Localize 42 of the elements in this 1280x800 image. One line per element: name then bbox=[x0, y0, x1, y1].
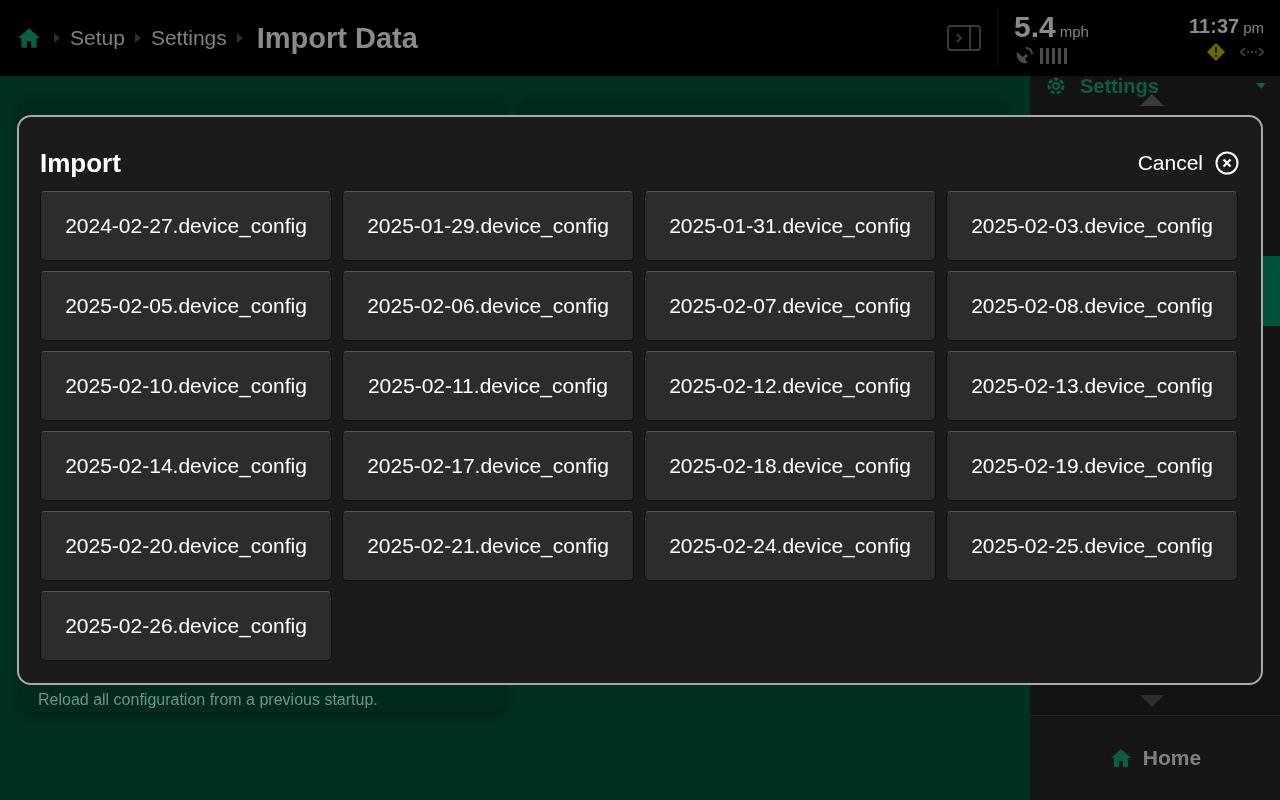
file-button[interactable]: 2025-02-07.device_config bbox=[644, 271, 936, 341]
file-button[interactable]: 2025-02-21.device_config bbox=[342, 511, 634, 581]
page-title: Import Data bbox=[256, 21, 418, 55]
clock-period: pm bbox=[1243, 18, 1264, 36]
close-icon bbox=[1215, 151, 1239, 175]
breadcrumb-link[interactable]: Settings bbox=[150, 26, 227, 50]
scroll-down-icon[interactable] bbox=[1140, 695, 1164, 707]
file-button[interactable]: 2025-02-17.device_config bbox=[342, 431, 634, 501]
chevron-icon bbox=[236, 33, 243, 43]
card-description: Reload all configuration from a previous startup. bbox=[38, 691, 378, 709]
file-button[interactable]: 2025-02-12.device_config bbox=[644, 351, 936, 421]
chevron-icon bbox=[134, 33, 141, 43]
file-button[interactable]: 2025-02-24.device_config bbox=[644, 511, 936, 581]
file-button[interactable]: 2025-02-20.device_config bbox=[40, 511, 332, 581]
file-button[interactable]: 2025-02-10.device_config bbox=[40, 351, 332, 421]
file-button[interactable]: 2025-02-03.device_config bbox=[946, 191, 1238, 261]
file-button[interactable]: 2025-02-18.device_config bbox=[644, 431, 936, 501]
chevron-icon bbox=[54, 33, 60, 43]
file-button[interactable]: 2025-02-06.device_config bbox=[342, 271, 634, 341]
sidebar-toggle-icon[interactable] bbox=[947, 25, 981, 51]
warning-icon bbox=[1206, 41, 1226, 62]
caret-icon[interactable] bbox=[1256, 83, 1266, 89]
file-button[interactable]: 2025-02-19.device_config bbox=[946, 431, 1238, 501]
file-button[interactable]: 2025-01-31.device_config bbox=[644, 191, 936, 261]
file-button[interactable]: 2025-02-25.device_config bbox=[946, 511, 1238, 581]
signal-bars-icon bbox=[1040, 48, 1068, 64]
file-button[interactable]: 2024-02-27.device_config bbox=[40, 191, 332, 261]
dialog-title: Import bbox=[40, 147, 121, 179]
file-button[interactable]: 2025-02-11.device_config bbox=[342, 351, 634, 421]
breadcrumb-link[interactable]: Setup bbox=[70, 26, 125, 50]
file-button[interactable]: 2025-02-08.device_config bbox=[946, 271, 1238, 341]
file-button[interactable]: 2025-02-14.device_config bbox=[40, 431, 332, 501]
speed-value: 5.4 bbox=[1014, 10, 1056, 44]
speed-unit: mph bbox=[1059, 23, 1089, 40]
clock-time: 11:37 bbox=[1189, 14, 1240, 38]
file-button[interactable]: 2025-02-26.device_config bbox=[40, 591, 332, 661]
file-button[interactable]: 2025-02-05.device_config bbox=[40, 271, 332, 341]
link-arrows-icon bbox=[1240, 45, 1264, 58]
cancel-button[interactable]: Cancel bbox=[1137, 151, 1239, 175]
file-button[interactable]: 2025-01-29.device_config bbox=[342, 191, 634, 261]
satellite-icon bbox=[1014, 46, 1034, 66]
file-button[interactable]: 2025-02-13.device_config bbox=[946, 351, 1238, 421]
